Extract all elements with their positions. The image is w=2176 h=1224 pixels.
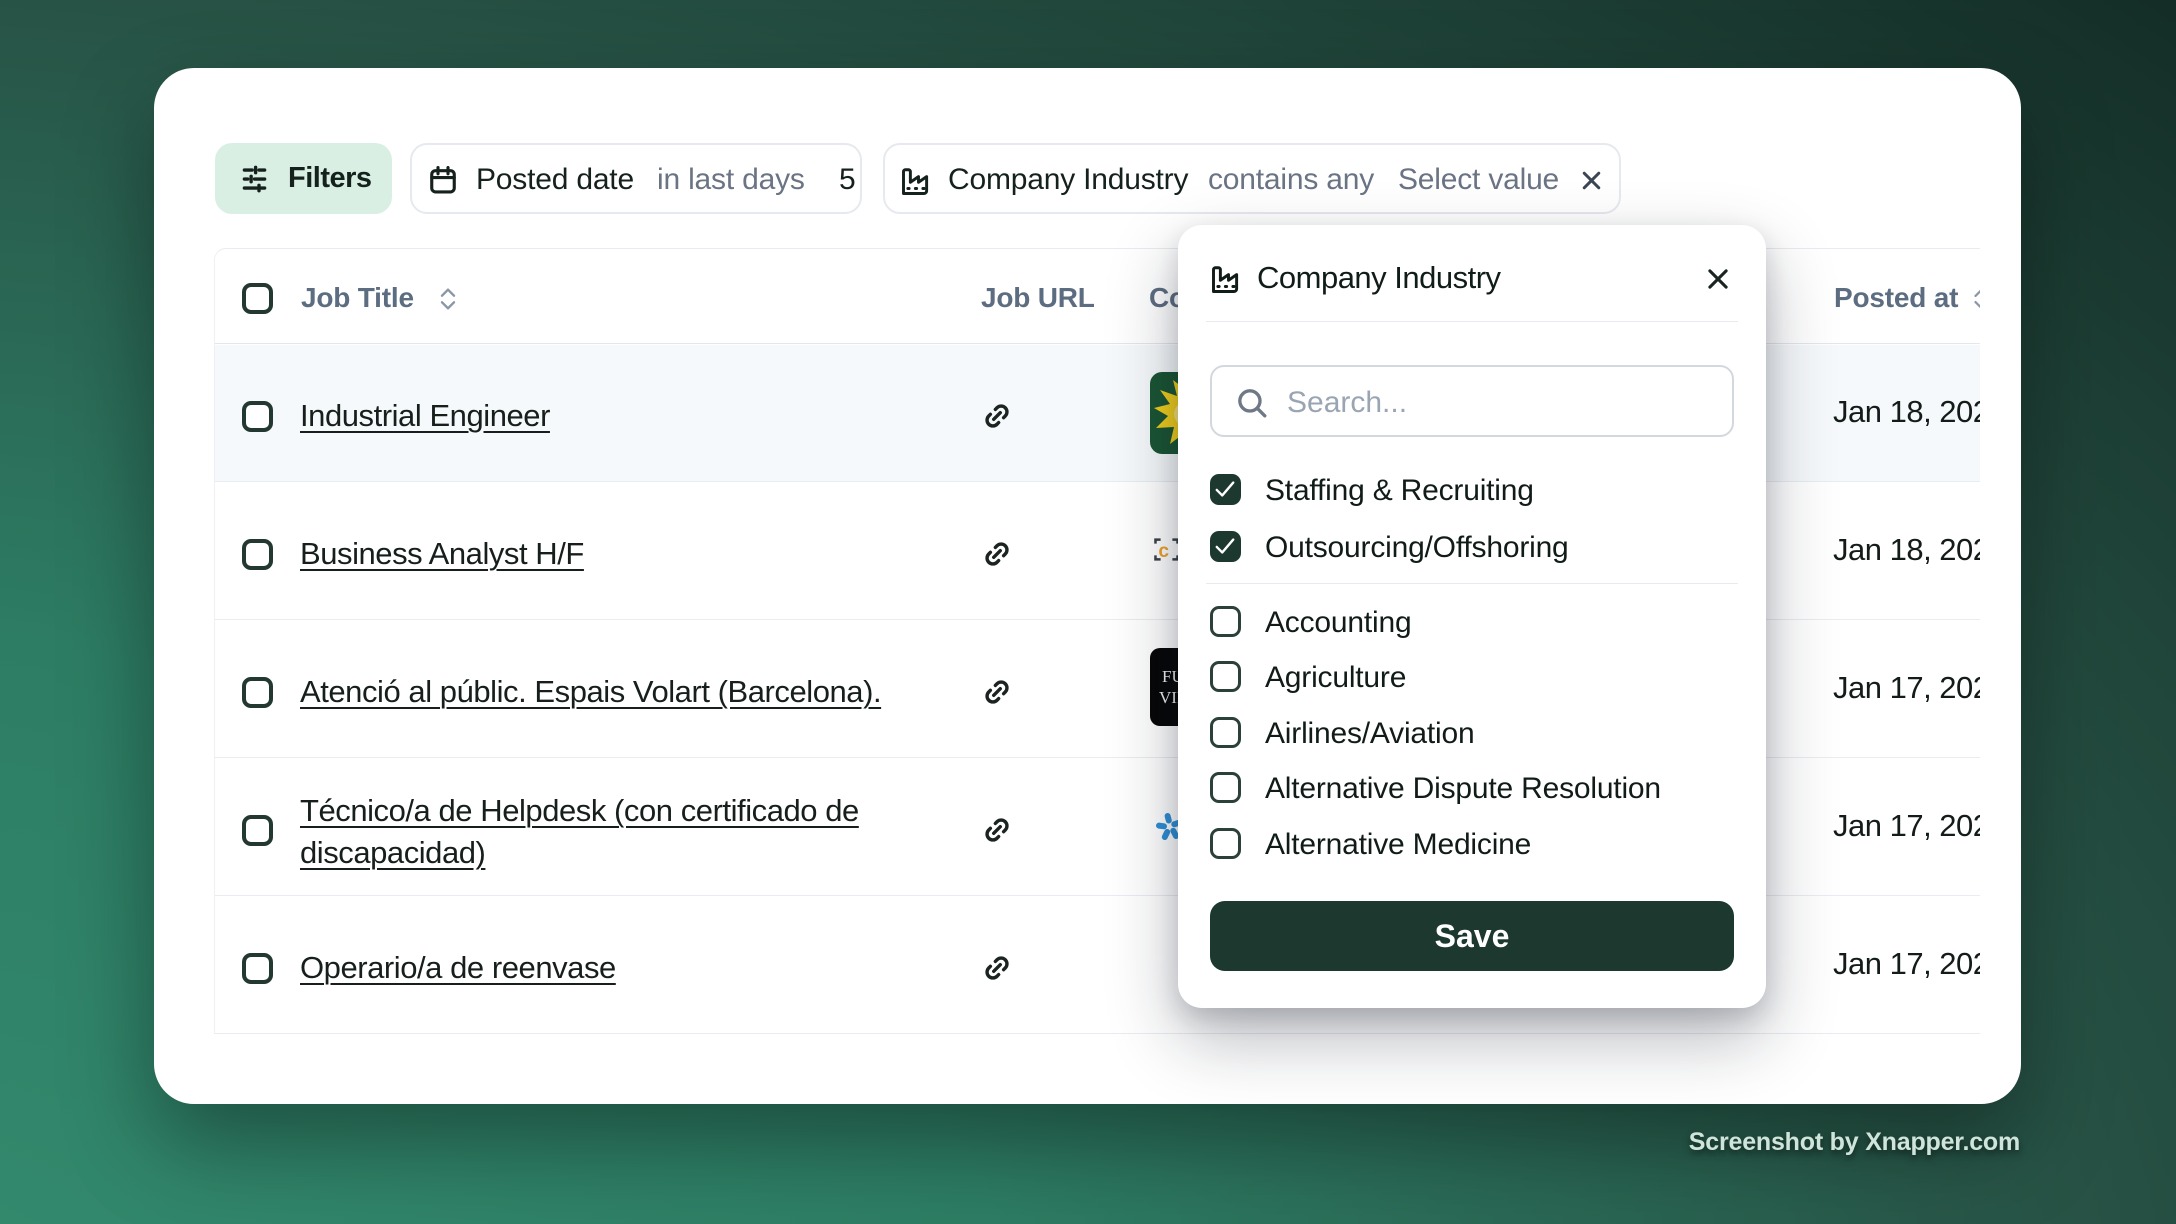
svg-text:c: c xyxy=(1158,541,1169,562)
